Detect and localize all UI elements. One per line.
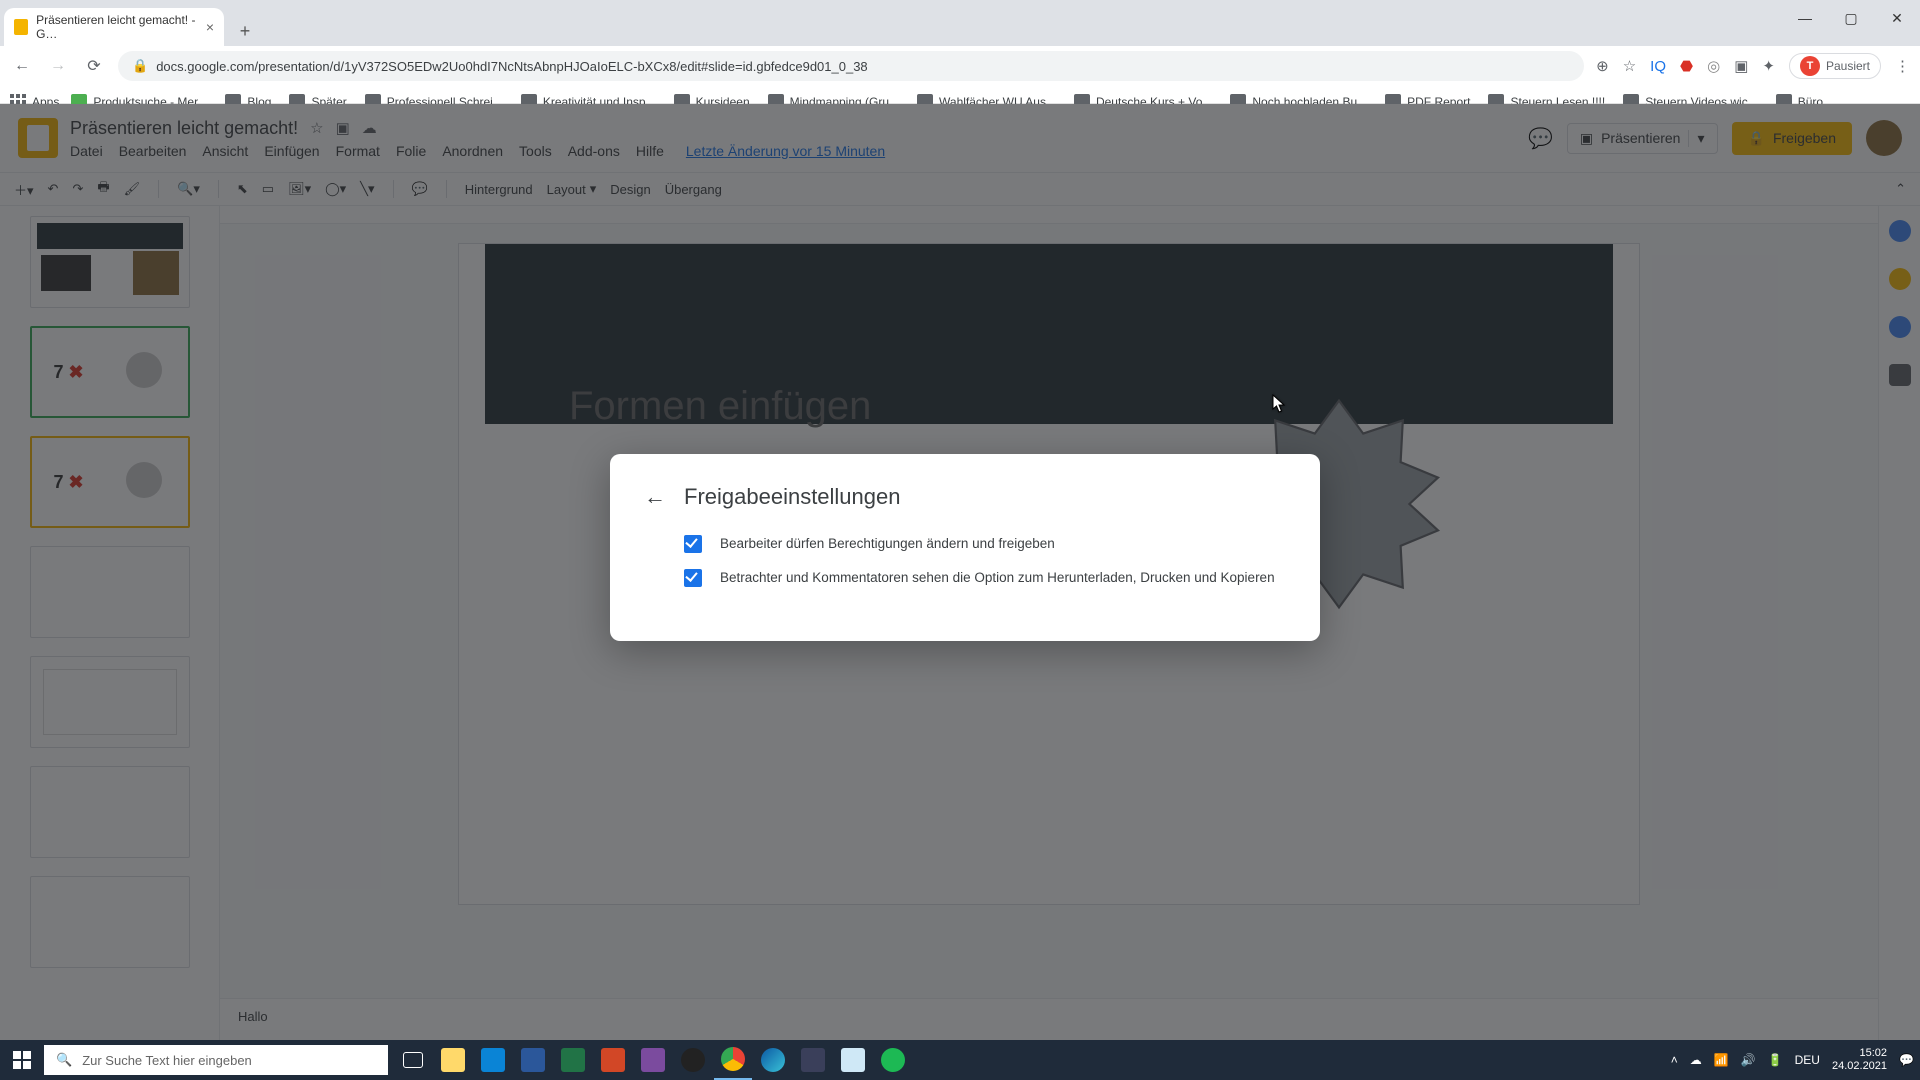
taskbar-apps [394,1040,912,1080]
window-controls: — ▢ ✕ [1782,0,1920,36]
bookmark-star-icon[interactable]: ☆ [1623,57,1636,75]
extensions-menu-icon[interactable]: ✦ [1762,57,1775,75]
chrome-menu-icon[interactable]: ⋮ [1895,57,1910,75]
obs-icon[interactable] [674,1040,712,1080]
back-arrow-icon[interactable]: ← [644,484,666,510]
windows-taskbar: 🔍 Zur Suche Text hier eingeben ˄ ☁ 📶 🔊 🔋… [0,1040,1920,1080]
battery-icon[interactable]: 🔋 [1768,1053,1783,1067]
system-tray: ˄ ☁ 📶 🔊 🔋 DEU 15:02 24.02.2021 💬 [1671,1047,1920,1072]
spotify-icon[interactable] [874,1040,912,1080]
excel-icon[interactable] [554,1040,592,1080]
edge-icon[interactable] [754,1040,792,1080]
close-tab-icon[interactable]: × [206,19,214,35]
file-explorer-icon[interactable] [434,1040,472,1080]
tray-chevron-icon[interactable]: ˄ [1671,1053,1678,1067]
dialog-title: Freigabeeinstellungen [684,484,901,510]
browser-tab[interactable]: Präsentieren leicht gemacht! - G… × [4,8,224,46]
tab-strip: Präsentieren leicht gemacht! - G… × + — … [0,0,1920,46]
option-viewers-can-download[interactable]: Betrachter und Kommentatoren sehen die O… [644,568,1286,588]
task-view-icon[interactable] [394,1040,432,1080]
notepad-icon[interactable] [834,1040,872,1080]
extension-icon[interactable]: IQ [1650,58,1666,75]
taskbar-search[interactable]: 🔍 Zur Suche Text hier eingeben [44,1045,388,1075]
zoom-icon[interactable]: ⊕ [1596,57,1609,75]
onedrive-icon[interactable]: ☁ [1690,1053,1702,1067]
lock-icon: 🔒 [132,58,148,74]
extension-icon[interactable]: ▣ [1734,57,1748,75]
browser-chrome: Präsentieren leicht gemacht! - G… × + — … [0,0,1920,104]
action-center-icon[interactable]: 💬 [1899,1053,1914,1067]
word-icon[interactable] [514,1040,552,1080]
mail-icon[interactable] [474,1040,512,1080]
back-button[interactable]: ← [10,54,34,78]
minimize-button[interactable]: — [1782,0,1828,36]
search-icon: 🔍 [56,1052,72,1068]
url-field[interactable]: 🔒 docs.google.com/presentation/d/1yV372S… [118,51,1584,81]
extension-icon[interactable]: ◎ [1707,57,1720,75]
paused-label: Pausiert [1826,59,1870,73]
app-icon[interactable] [794,1040,832,1080]
checkbox-checked-icon[interactable] [684,569,702,587]
taskbar-clock[interactable]: 15:02 24.02.2021 [1832,1047,1887,1072]
start-button[interactable] [0,1040,44,1080]
share-settings-dialog: ← Freigabeeinstellungen Bearbeiter dürfe… [610,454,1320,641]
profile-avatar-icon: T [1800,56,1820,76]
option-editors-can-change[interactable]: Bearbeiter dürfen Berechtigungen ändern … [644,534,1286,554]
option-label: Bearbeiter dürfen Berechtigungen ändern … [720,534,1055,554]
chrome-icon[interactable] [714,1040,752,1080]
volume-icon[interactable]: 🔊 [1741,1053,1756,1067]
app-icon[interactable] [634,1040,672,1080]
reload-button[interactable]: ⟳ [82,54,106,78]
tab-title: Präsentieren leicht gemacht! - G… [36,13,198,41]
slides-favicon [14,19,28,35]
profile-paused[interactable]: T Pausiert [1789,53,1881,79]
option-label: Betrachter und Kommentatoren sehen die O… [720,568,1275,588]
extension-icon[interactable]: ⬣ [1680,57,1693,75]
forward-button[interactable]: → [46,54,70,78]
new-tab-button[interactable]: + [230,16,260,46]
maximize-button[interactable]: ▢ [1828,0,1874,36]
wifi-icon[interactable]: 📶 [1714,1053,1729,1067]
close-window-button[interactable]: ✕ [1874,0,1920,36]
address-bar: ← → ⟳ 🔒 docs.google.com/presentation/d/1… [0,46,1920,86]
language-indicator[interactable]: DEU [1795,1053,1820,1067]
search-placeholder: Zur Suche Text hier eingeben [82,1053,252,1068]
url-text: docs.google.com/presentation/d/1yV372SO5… [156,59,867,74]
powerpoint-icon[interactable] [594,1040,632,1080]
checkbox-checked-icon[interactable] [684,535,702,553]
